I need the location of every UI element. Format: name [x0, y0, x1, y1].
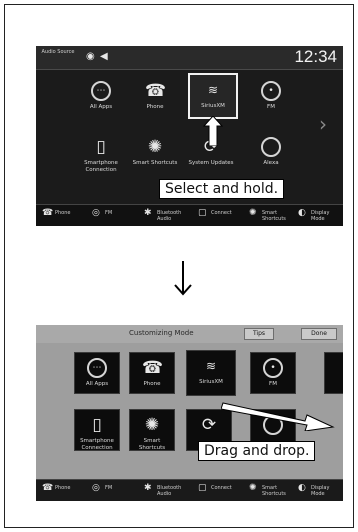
audio-source-button[interactable]: Audio Source [41, 49, 75, 55]
dock-item-fm[interactable]: ◎ FM [92, 208, 132, 224]
dock-item-connect[interactable]: ▢ Connect [198, 208, 242, 224]
fm-icon: ◎ [92, 483, 100, 493]
app-tile-partial[interactable] [324, 352, 343, 394]
dock-item-connect[interactable]: ▢ Connect [198, 483, 242, 499]
bluetooth-icon: ✱ [144, 483, 152, 493]
app-tile-fm[interactable]: • FM [248, 76, 294, 118]
dock-item-phone[interactable]: ☎ Phone [42, 483, 84, 499]
bluetooth-icon: ✱ [144, 208, 152, 218]
fm-icon: • [263, 358, 283, 378]
shortcut-icon: ✺ [144, 415, 160, 435]
fm-icon: ◎ [92, 208, 100, 218]
app-label: SiriusXM [201, 103, 225, 109]
dock-item-phone[interactable]: ☎ Phone [42, 208, 84, 224]
settings-icon[interactable]: ◉ [86, 52, 95, 62]
dock-label: Display Mode [311, 210, 330, 222]
alexa-icon [261, 137, 281, 157]
shortcut-icon: ✺ [249, 483, 257, 493]
app-label: FM [267, 104, 275, 110]
connect-icon: ▢ [198, 483, 207, 493]
home-screen: Audio Source ◉ ◀ 12:34 ⋯ All Apps ☎ Phon… [36, 46, 343, 226]
fm-icon: • [261, 81, 281, 101]
app-label: Smart Shortcuts [138, 438, 166, 451]
press-arrow [203, 116, 223, 146]
siriusxm-icon: ≋ [207, 83, 219, 97]
clock: 12:34 [294, 47, 337, 66]
app-label: All Apps [85, 381, 109, 387]
dock-bar: ☎ Phone ◎ FM ✱ Bluetooth Audio ▢ Connect… [36, 479, 343, 501]
drag-and-drop-callout: Drag and drop. [198, 441, 316, 461]
app-label: Phone [143, 381, 161, 387]
app-label: SiriusXM [199, 379, 223, 385]
done-button[interactable]: Done [301, 328, 337, 340]
dock-item-fm[interactable]: ◎ FM [92, 483, 132, 499]
drag-arrow [221, 402, 335, 431]
dock-label: FM [105, 485, 113, 491]
app-label: All Apps [89, 104, 113, 110]
display-mode-icon: ◐ [298, 483, 306, 493]
dock-label: Bluetooth Audio [157, 210, 182, 222]
chevron-right-icon[interactable]: › [319, 112, 327, 136]
app-tile-all-apps[interactable]: ⋯ All Apps [74, 352, 120, 394]
update-icon: ⟳ [201, 415, 217, 435]
app-label: Phone [146, 104, 164, 110]
dock-item-bluetooth-audio[interactable]: ✱ Bluetooth Audio [144, 483, 194, 499]
app-tile-all-apps[interactable]: ⋯ All Apps [78, 76, 124, 118]
shortcut-icon: ✺ [249, 208, 257, 218]
dock-item-smart-shortcuts[interactable]: ✺ Smart Shortcuts [249, 483, 295, 499]
app-tile-smart-shortcuts[interactable]: ✺ Smart Shortcuts [129, 409, 175, 451]
dock-label: Smart Shortcuts [262, 485, 286, 497]
dock-label: Smart Shortcuts [262, 210, 286, 222]
status-bar: Audio Source ◉ ◀ 12:34 [36, 46, 343, 70]
tips-button[interactable]: Tips [244, 328, 274, 340]
app-tile-alexa[interactable]: Alexa [248, 132, 294, 174]
phone-icon: ☎ [142, 358, 164, 378]
dock-label: Phone [55, 210, 71, 216]
grid-icon: ⋯ [87, 358, 107, 378]
smartphone-icon: ▯ [92, 415, 102, 435]
dock-label: Phone [55, 485, 71, 491]
app-label: Alexa [263, 160, 279, 166]
dock-item-bluetooth-audio[interactable]: ✱ Bluetooth Audio [144, 208, 194, 224]
dock-label: Display Mode [311, 485, 330, 497]
app-tile-phone[interactable]: ☎ Phone [132, 76, 178, 118]
shortcut-icon: ✺ [147, 137, 163, 157]
dock-item-display-mode[interactable]: ◐ Display Mode [298, 483, 342, 499]
phone-icon: ☎ [42, 208, 54, 218]
app-tile-smart-shortcuts[interactable]: ✺ Smart Shortcuts [132, 132, 178, 174]
app-label: Smartphone Connection [80, 438, 114, 451]
app-tile-siriusxm[interactable]: ≋ SiriusXM [186, 350, 236, 396]
phone-icon: ☎ [42, 483, 54, 493]
dock-label: Connect [211, 485, 232, 491]
app-tile-smartphone-connection[interactable]: ▯ Smartphone Connection [78, 132, 124, 174]
app-label: FM [269, 381, 277, 387]
app-tile-phone[interactable]: ☎ Phone [129, 352, 175, 394]
customizing-title: Customizing Mode [129, 329, 194, 337]
dock-label: Connect [211, 210, 232, 216]
app-tile-fm[interactable]: • FM [250, 352, 296, 394]
dock-item-smart-shortcuts[interactable]: ✺ Smart Shortcuts [249, 208, 295, 224]
app-label: System Updates [188, 160, 234, 166]
select-and-hold-callout: Select and hold. [159, 179, 285, 199]
app-tile-siriusxm[interactable]: ≋ SiriusXM [188, 73, 238, 119]
dock-label: Bluetooth Audio [157, 485, 182, 497]
app-tile-smartphone-connection[interactable]: ▯ Smartphone Connection [74, 409, 120, 451]
grid-icon: ⋯ [91, 81, 111, 101]
connect-icon: ▢ [198, 208, 207, 218]
dock-item-display-mode[interactable]: ◐ Display Mode [298, 208, 342, 224]
display-mode-icon: ◐ [298, 208, 306, 218]
smartphone-icon: ▯ [96, 137, 106, 157]
customizing-screen: Customizing Mode Tips Done ⋯ All Apps ☎ … [36, 325, 343, 501]
customizing-header: Customizing Mode Tips Done [36, 325, 343, 343]
phone-icon: ☎ [145, 81, 167, 101]
app-label: Smartphone Connection [84, 160, 118, 173]
app-label: Smart Shortcuts [132, 160, 178, 166]
siriusxm-icon: ≋ [205, 359, 217, 373]
instruction-panel: Audio Source ◉ ◀ 12:34 ⋯ All Apps ☎ Phon… [4, 4, 354, 528]
volume-icon[interactable]: ◀ [100, 52, 108, 62]
dock-label: FM [105, 210, 113, 216]
arrow-down-icon [174, 261, 192, 296]
dock-bar: ☎ Phone ◎ FM ✱ Bluetooth Audio ▢ Connect… [36, 204, 343, 226]
